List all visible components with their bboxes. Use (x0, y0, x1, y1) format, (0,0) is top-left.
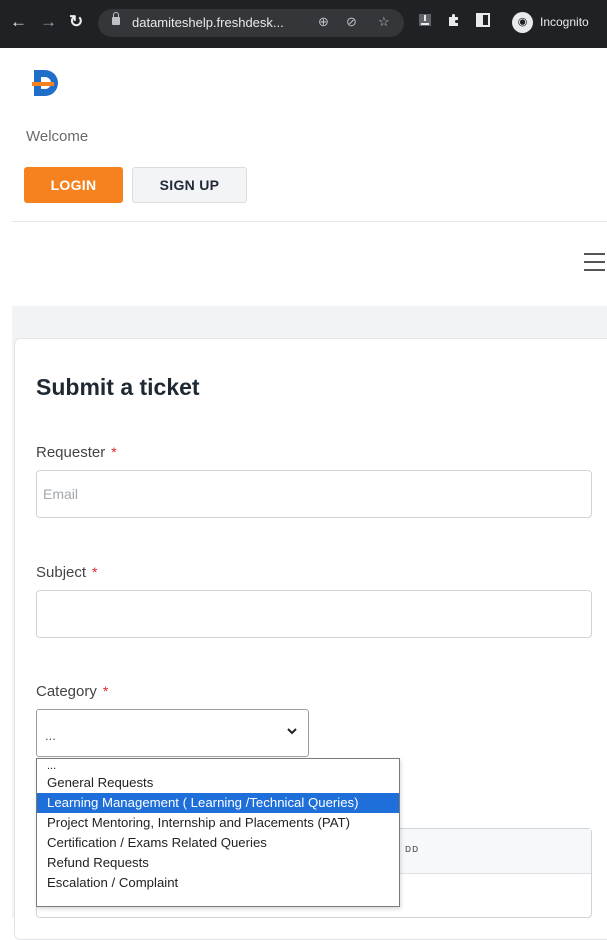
category-option-highlighted[interactable]: Learning Management ( Learning /Technica… (37, 793, 399, 813)
category-option[interactable]: ... (37, 759, 399, 773)
back-arrow-icon[interactable]: ← (10, 12, 27, 32)
side-panel-icon[interactable] (476, 13, 490, 30)
category-option[interactable]: Project Mentoring, Internship and Placem… (37, 813, 399, 833)
required-marker: * (111, 444, 117, 460)
category-select[interactable]: ... (36, 709, 309, 757)
subject-label: Subject * (36, 564, 98, 581)
category-option[interactable]: Refund Requests (37, 853, 399, 873)
browser-toolbar: ← → ↻ datamiteshelp.freshdesk... ⊕ ⊘ ☆ ◉… (0, 0, 607, 48)
page-title: Submit a ticket (36, 374, 200, 400)
header-divider (12, 221, 607, 222)
email-placeholder: Email (43, 486, 79, 502)
zoom-icon[interactable]: ⊕ (318, 14, 329, 30)
subject-field[interactable] (36, 590, 592, 638)
login-button[interactable]: LOGIN (24, 167, 123, 203)
chevron-down-icon (287, 728, 297, 735)
url-text[interactable]: datamiteshelp.freshdesk... (132, 15, 284, 30)
category-selected-value: ... (45, 728, 56, 743)
welcome-text: Welcome (26, 128, 89, 145)
required-marker: * (102, 683, 109, 699)
star-icon[interactable]: ☆ (378, 14, 390, 30)
forward-arrow-icon[interactable]: → (40, 12, 57, 32)
lock-icon (112, 12, 120, 25)
requester-label: Requester * (36, 444, 117, 461)
puzzle-extension-icon[interactable] (446, 13, 461, 31)
category-option[interactable]: General Requests (37, 773, 399, 793)
email-field[interactable]: Email (36, 470, 592, 518)
incognito-label: Incognito (540, 15, 589, 29)
signup-button[interactable]: SIGN UP (132, 167, 247, 203)
hamburger-menu-icon[interactable] (584, 253, 605, 272)
category-option[interactable]: Escalation / Complaint (37, 873, 399, 893)
category-label: Category * (36, 683, 109, 700)
category-dropdown-list[interactable]: ... General Requests Learning Management… (36, 758, 400, 907)
address-bar[interactable]: datamiteshelp.freshdesk... ⊕ ⊘ ☆ (98, 9, 404, 37)
required-marker: * (92, 564, 98, 580)
eye-slash-icon[interactable]: ⊘ (346, 14, 357, 30)
toolbar-fragment: ᴅᴅ (405, 843, 420, 855)
incognito-icon[interactable]: ◉ (512, 12, 533, 33)
category-option[interactable]: Certification / Exams Related Queries (37, 833, 399, 853)
download-extension-icon[interactable] (418, 13, 432, 30)
reload-icon[interactable]: ↻ (69, 12, 83, 32)
brand-logo[interactable] (32, 68, 62, 104)
